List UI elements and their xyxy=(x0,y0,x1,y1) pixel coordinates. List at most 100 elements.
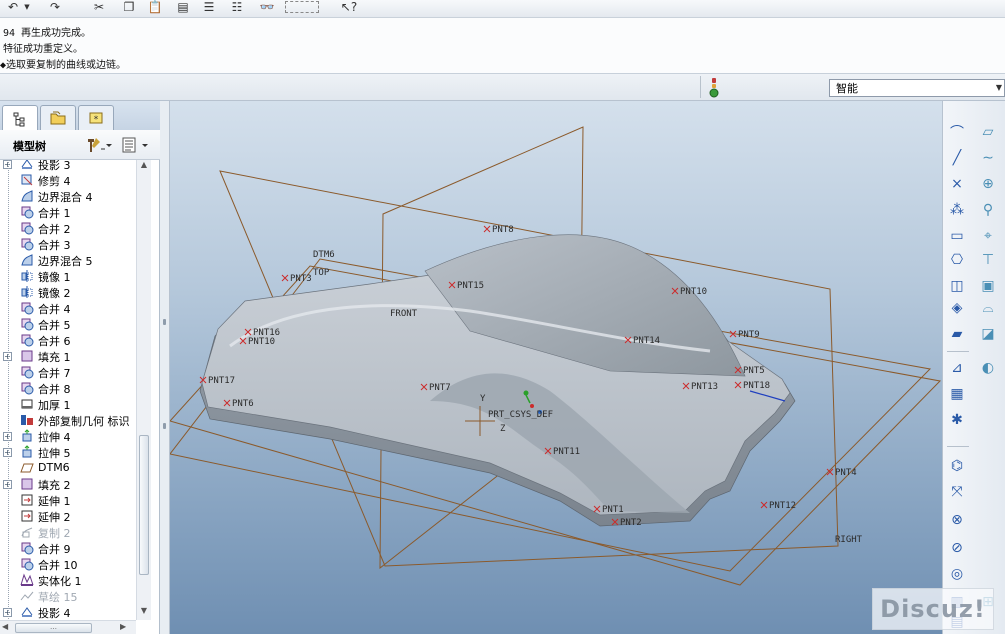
datum-point-pnt3[interactable]: PNT3 xyxy=(281,274,312,284)
tree-item[interactable]: 边界混合 5 xyxy=(0,252,151,268)
tree-item[interactable]: +拉伸 5 xyxy=(0,444,151,460)
datum-point-pnt9[interactable]: PNT9 xyxy=(729,330,760,340)
annotation-icon[interactable]: ⌖ xyxy=(976,225,1000,247)
chevron-down-icon[interactable]: ▼ xyxy=(996,83,1002,92)
draft-icon[interactable]: ⊿ xyxy=(945,357,969,379)
regenerate-icon[interactable]: ☰ xyxy=(200,0,218,14)
tree-item[interactable]: 合并 6 xyxy=(0,332,151,348)
tree-item[interactable]: 合并 3 xyxy=(0,236,151,252)
project-icon[interactable]: ⊘ xyxy=(945,537,969,559)
datum-point-pnt4[interactable]: PNT4 xyxy=(826,468,857,478)
tree-item[interactable]: 草绘 15 xyxy=(0,588,151,604)
analysis-feature-icon[interactable]: ⎔ xyxy=(945,249,969,271)
tree-item[interactable]: 合并 2 xyxy=(0,220,151,236)
redo-icon[interactable]: ↷ xyxy=(46,0,64,14)
scroll-thumb[interactable] xyxy=(139,435,149,575)
tree-item[interactable]: 加厚 1 xyxy=(0,396,151,412)
scroll-left-icon[interactable]: ◀ xyxy=(2,622,8,631)
datum-label-dtm6[interactable]: DTM6 xyxy=(313,250,335,260)
datum-plane-icon[interactable]: ⌒ xyxy=(945,121,969,143)
extrude-icon[interactable]: ⊤ xyxy=(976,249,1000,271)
datum-point-pnt12[interactable]: PNT12 xyxy=(760,501,796,511)
tree-item[interactable]: DTM6 xyxy=(0,460,151,476)
tree-item[interactable]: +拉伸 4 xyxy=(0,428,151,444)
round-icon[interactable]: ▰ xyxy=(945,323,969,345)
merge-icon[interactable]: ✱ xyxy=(945,409,969,431)
tree-item[interactable]: 合并 5 xyxy=(0,316,151,332)
datum-point-label: PNT10 xyxy=(248,337,275,347)
paste-icon[interactable]: 📋 xyxy=(146,0,164,14)
tree-settings-button[interactable] xyxy=(85,135,115,158)
graphics-window[interactable]: Y Z PRT_CSYS_DEF DTM6 TOP FRONT RIGHT PN… xyxy=(170,101,942,634)
tree-item[interactable]: 合并 8 xyxy=(0,380,151,396)
sweep-icon[interactable]: ▣ xyxy=(976,275,1000,297)
extend-icon[interactable]: ⤧ xyxy=(945,481,969,503)
datum-label-top[interactable]: TOP xyxy=(313,268,330,278)
tree-item[interactable]: 镜像 2 xyxy=(0,284,151,300)
datum-axis-icon[interactable]: ▱ xyxy=(976,121,1000,143)
shell-icon[interactable]: ◪ xyxy=(976,323,1000,345)
tree-item[interactable]: 边界混合 4 xyxy=(0,188,151,204)
tree-item[interactable]: 合并 9 xyxy=(0,540,151,556)
datum-label-front[interactable]: FRONT xyxy=(390,309,418,319)
tree-item[interactable]: 外部复制几何 标识 xyxy=(0,412,151,428)
panel-sash[interactable] xyxy=(160,101,170,634)
tree-item[interactable]: +填充 2 xyxy=(0,476,151,492)
tree-vertical-scrollbar[interactable]: ▲ ▼ xyxy=(136,160,151,620)
datum-point-label: PNT9 xyxy=(738,330,760,340)
revolve-icon[interactable]: ◫ xyxy=(945,275,969,297)
offset-point-icon[interactable]: ⊕ xyxy=(976,173,1000,195)
intersect-icon[interactable]: ⊗ xyxy=(945,509,969,531)
trim-icon[interactable]: ⌬ xyxy=(945,455,969,477)
model-viewport[interactable]: Y Z PRT_CSYS_DEF DTM6 TOP FRONT RIGHT PN… xyxy=(170,101,942,634)
context-help-icon[interactable]: ↖? xyxy=(340,0,358,14)
undo-icon[interactable]: ↶ xyxy=(4,0,22,14)
pattern-icon[interactable]: ▦ xyxy=(945,383,969,405)
datum-label-right[interactable]: RIGHT xyxy=(835,535,863,545)
datum-point-icon[interactable]: × xyxy=(945,173,969,195)
cut-icon[interactable]: ✂ xyxy=(90,0,108,14)
tree-item[interactable]: 延伸 2 xyxy=(0,508,151,524)
hole-icon[interactable]: ⌓ xyxy=(976,297,1000,319)
folder-browser-tab[interactable] xyxy=(40,105,76,130)
analysis-icon[interactable]: ▭ xyxy=(945,225,969,247)
tree-item[interactable]: 合并 10 xyxy=(0,556,151,572)
offset-icon[interactable]: ◎ xyxy=(945,563,969,585)
paste-special-icon[interactable]: ▤ xyxy=(174,0,192,14)
tree-horizontal-scrollbar[interactable]: ◀ … ▶ xyxy=(0,620,136,634)
tree-item[interactable]: 合并 7 xyxy=(0,364,151,380)
mirror-icon[interactable]: ◐ xyxy=(976,357,1000,379)
sash-grip-icon[interactable] xyxy=(163,423,166,429)
tree-item[interactable]: 合并 4 xyxy=(0,300,151,316)
tree-item[interactable]: 合并 1 xyxy=(0,204,151,220)
datum-curve-icon[interactable]: ╱ xyxy=(945,147,969,169)
field-point-icon[interactable]: ⁂ xyxy=(945,199,969,221)
scroll-right-icon[interactable]: ▶ xyxy=(120,622,126,631)
tree-item[interactable]: 复制 2 xyxy=(0,524,151,540)
blend-icon[interactable]: ◈ xyxy=(945,297,969,319)
sketch-curve-icon[interactable]: ∼ xyxy=(976,147,1000,169)
sash-grip-icon[interactable] xyxy=(163,319,166,325)
tree-item[interactable]: 实体化 1 xyxy=(0,572,151,588)
extend-icon xyxy=(20,509,34,523)
tree-item[interactable]: 镜像 1 xyxy=(0,268,151,284)
undo-dropdown-icon[interactable]: ▼ xyxy=(22,0,32,14)
regenerate-manager-icon[interactable]: ☷ xyxy=(228,0,246,14)
favorites-tab[interactable]: * xyxy=(78,105,114,130)
select-box-icon[interactable] xyxy=(285,1,319,13)
csys-icon[interactable]: ⚲ xyxy=(976,199,1000,221)
scroll-up-icon[interactable]: ▲ xyxy=(137,160,151,174)
tree-item[interactable]: 修剪 4 xyxy=(0,172,151,188)
scroll-down-icon[interactable]: ▼ xyxy=(137,606,151,620)
tree-item[interactable]: 延伸 1 xyxy=(0,492,151,508)
model-tree-tab[interactable] xyxy=(2,105,38,131)
selection-filter-select[interactable]: 智能 ▼ xyxy=(829,79,1005,97)
tree-item[interactable]: +投影 3 xyxy=(0,160,151,172)
find-icon[interactable]: 👓 xyxy=(258,0,276,14)
scroll-thumb[interactable]: … xyxy=(15,623,92,633)
datum-point-pnt8[interactable]: PNT8 xyxy=(483,225,514,235)
tree-show-button[interactable] xyxy=(120,135,152,158)
tree-item[interactable]: +投影 4 xyxy=(0,604,151,620)
copy-icon[interactable]: ❐ xyxy=(120,0,138,14)
tree-item[interactable]: +填充 1 xyxy=(0,348,151,364)
